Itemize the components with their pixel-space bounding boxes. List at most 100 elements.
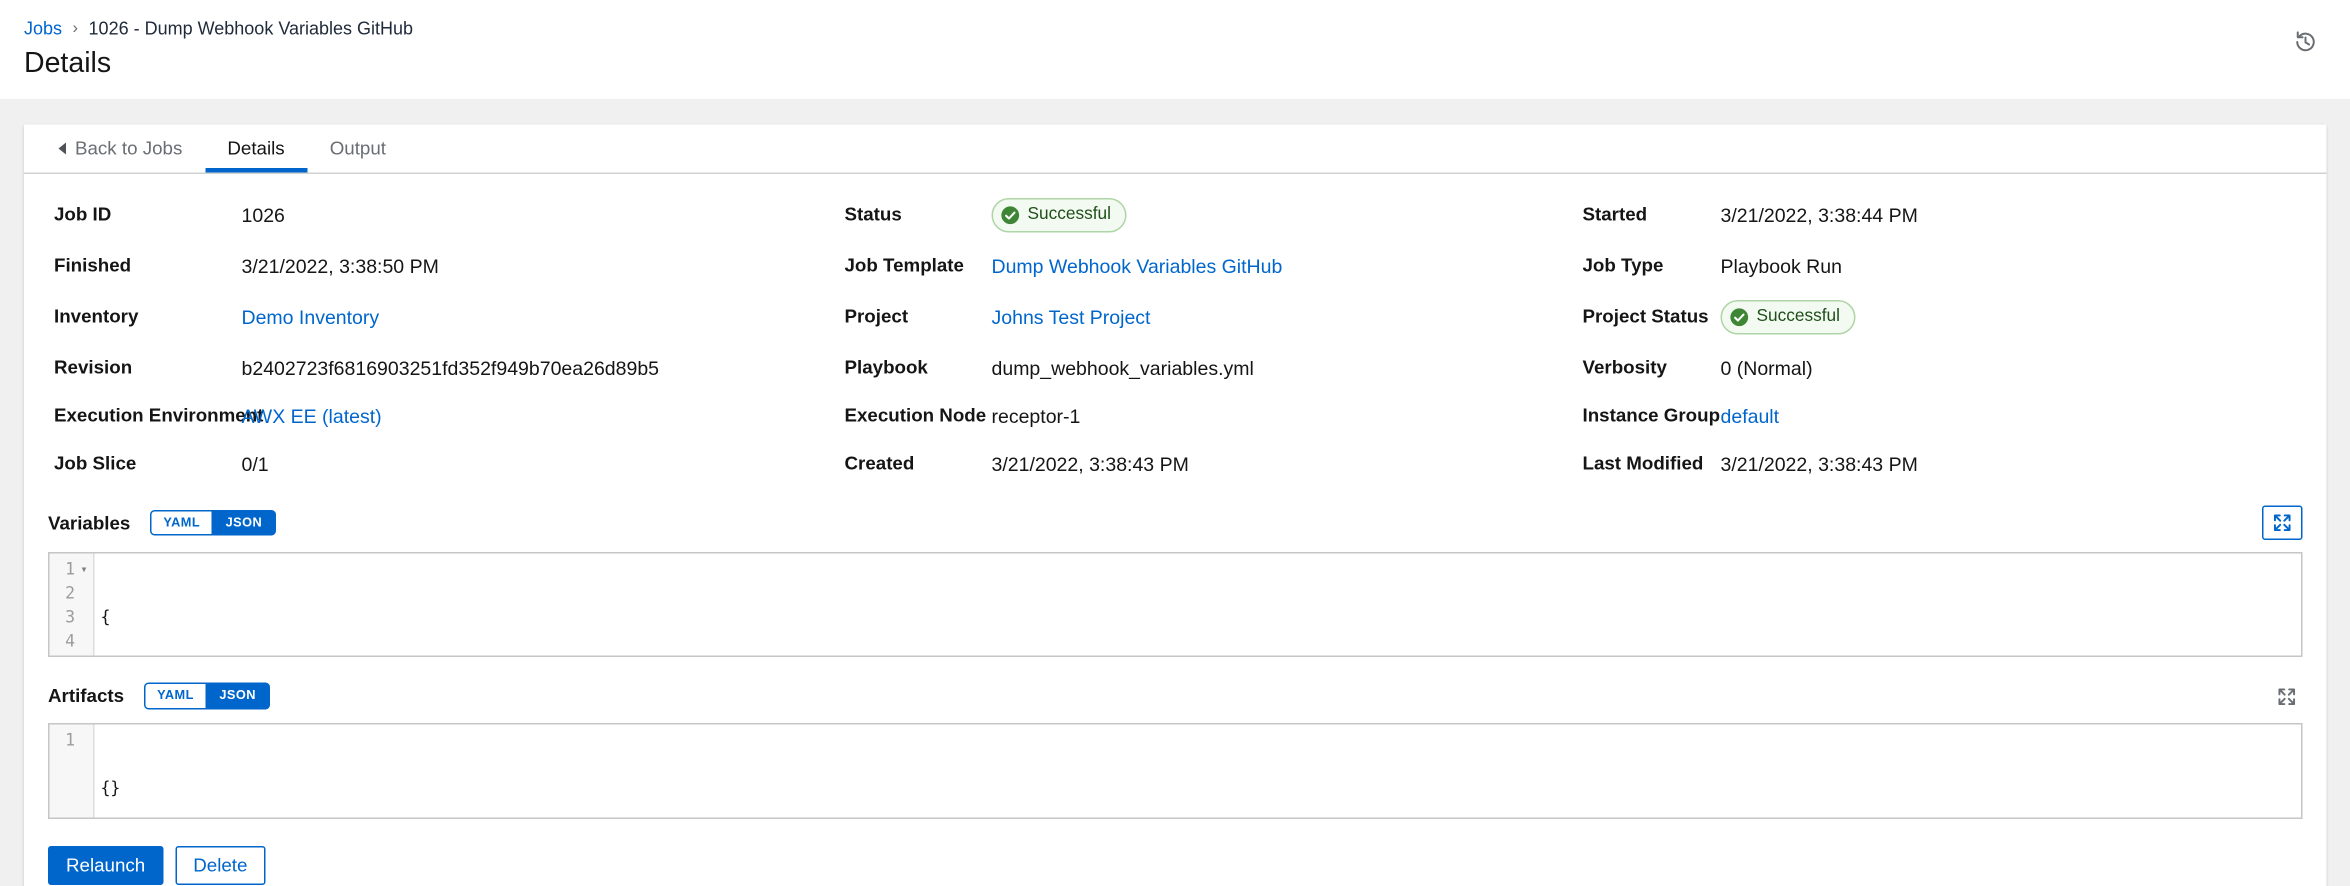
field-project: Project Johns Test Project [845,300,1583,335]
field-value: b2402723f6816903251fd352f949b70ea26d89b5 [242,354,660,383]
tab-bar: Back to Jobs Details Output [24,125,2327,175]
field-project-status: Project Status Successful [1583,300,2297,335]
code-line: { [101,606,2290,630]
page-title: Details [24,48,2327,81]
field-instance-group: Instance Group default [1583,402,2297,431]
field-label: Job Slice [54,450,242,479]
field-label: Instance Group [1583,402,1721,431]
field-value: receptor-1 [992,402,1081,431]
variables-expand-button[interactable] [2262,506,2303,541]
field-created: Created 3/21/2022, 3:38:43 PM [845,450,1583,479]
content-area: Back to Jobs Details Output Job ID 1026 … [0,99,2350,886]
field-label: Execution Node [845,402,992,431]
field-value: dump_webhook_variables.yml [992,354,1254,383]
status-badge-label: Successful [1757,303,1840,332]
field-label: Status [845,201,992,230]
artifacts-section: Artifacts YAML JSON [24,681,2327,819]
status-badge: Successful [992,198,1126,233]
yaml-toggle-button[interactable]: YAML [144,683,208,709]
artifacts-format-toggle: YAML JSON [144,683,270,709]
field-label: Started [1583,201,1721,230]
field-value: 3/21/2022, 3:38:43 PM [992,450,1189,479]
field-label: Revision [54,354,242,383]
field-value: 0/1 [242,450,269,479]
artifacts-editor[interactable]: 1 {} [48,723,2303,819]
field-job-slice: Job Slice 0/1 [54,450,845,479]
field-inventory: Inventory Demo Inventory [54,300,845,335]
line-number: 1 [50,729,76,753]
project-link[interactable]: Johns Test Project [992,303,1151,332]
line-number-gutter: 1▾ 2 3 4 5 [50,554,95,656]
line-number-gutter: 1 [50,725,95,818]
field-label: Project [845,303,992,332]
code-line: {} [101,777,2290,801]
tab-output[interactable]: Output [307,125,408,173]
check-circle-icon [1730,308,1750,328]
inventory-link[interactable]: Demo Inventory [242,303,380,332]
tab-label: Back to Jobs [75,138,182,159]
field-label: Created [845,450,992,479]
caret-left-icon [59,143,67,155]
field-revision: Revision b2402723f6816903251fd352f949b70… [54,354,845,383]
json-toggle-button[interactable]: JSON [212,510,276,536]
line-number: 5 [50,654,76,657]
breadcrumb: Jobs › 1026 - Dump Webhook Variables Git… [24,18,2327,39]
yaml-toggle-button[interactable]: YAML [150,510,214,536]
variables-section: Variables YAML JSON [24,506,2327,658]
fold-caret-icon[interactable]: ▾ [75,558,93,582]
execution-environment-link[interactable]: AWX EE (latest) [242,402,382,431]
artifacts-header: Artifacts YAML JSON [48,681,2303,711]
instance-group-link[interactable]: default [1721,402,1780,431]
check-circle-icon [1001,206,1021,226]
relaunch-button[interactable]: Relaunch [48,846,163,885]
page-header: Jobs › 1026 - Dump Webhook Variables Git… [0,0,2350,99]
action-bar: Relaunch Delete [24,819,2327,886]
field-label: Execution Environment [54,402,242,431]
artifacts-expand-button[interactable] [2270,681,2303,711]
detail-fields: Job ID 1026 Status Successful Started [24,174,2327,488]
field-label: Last Modified [1583,450,1721,479]
field-execution-environment: Execution Environment AWX EE (latest) [54,402,845,431]
page: Jobs › 1026 - Dump Webhook Variables Git… [0,0,2350,886]
field-started: Started 3/21/2022, 3:38:44 PM [1583,198,2297,233]
field-status: Status Successful [845,198,1583,233]
field-finished: Finished 3/21/2022, 3:38:50 PM [54,252,845,281]
field-label: Inventory [54,303,242,332]
field-job-type: Job Type Playbook Run [1583,252,2297,281]
variables-format-toggle: YAML JSON [150,510,276,536]
field-last-modified: Last Modified 3/21/2022, 3:38:43 PM [1583,450,2297,479]
tab-back-to-jobs[interactable]: Back to Jobs [36,125,205,173]
job-details-card: Back to Jobs Details Output Job ID 1026 … [24,125,2327,886]
variables-editor[interactable]: 1▾ 2 3 4 5 { "awx_webhook_event_type": n… [48,552,2303,657]
json-toggle-button[interactable]: JSON [206,683,270,709]
field-label: Project Status [1583,303,1721,332]
expand-arrows-icon [2273,513,2293,533]
field-value: 3/21/2022, 3:38:50 PM [242,252,439,281]
tab-details[interactable]: Details [205,125,307,173]
field-job-template: Job Template Dump Webhook Variables GitH… [845,252,1583,281]
code-content: { "awx_webhook_event_type": null, "awx_w… [95,554,2302,656]
delete-button[interactable]: Delete [175,846,265,885]
code-content: {} [95,725,2302,818]
variables-header: Variables YAML JSON [48,506,2303,541]
field-value: 3/21/2022, 3:38:44 PM [1721,201,1918,230]
field-label: Playbook [845,354,992,383]
expand-arrows-icon [2276,686,2296,706]
breadcrumb-jobs-link[interactable]: Jobs [24,18,62,39]
line-number: 2 [50,582,76,606]
field-execution-node: Execution Node receptor-1 [845,402,1583,431]
field-label: Job Type [1583,252,1721,281]
field-job-id: Job ID 1026 [54,198,845,233]
job-template-link[interactable]: Dump Webhook Variables GitHub [992,252,1283,281]
field-label: Job ID [54,201,242,230]
line-number: 4 [50,630,76,654]
field-value: 0 (Normal) [1721,354,1813,383]
field-label: Job Template [845,252,992,281]
field-label: Verbosity [1583,354,1721,383]
breadcrumb-separator: › [73,20,79,38]
field-verbosity: Verbosity 0 (Normal) [1583,354,2297,383]
status-badge-label: Successful [1028,201,1111,230]
history-button[interactable] [2294,30,2318,54]
field-playbook: Playbook dump_webhook_variables.yml [845,354,1583,383]
line-number: 3 [50,606,76,630]
